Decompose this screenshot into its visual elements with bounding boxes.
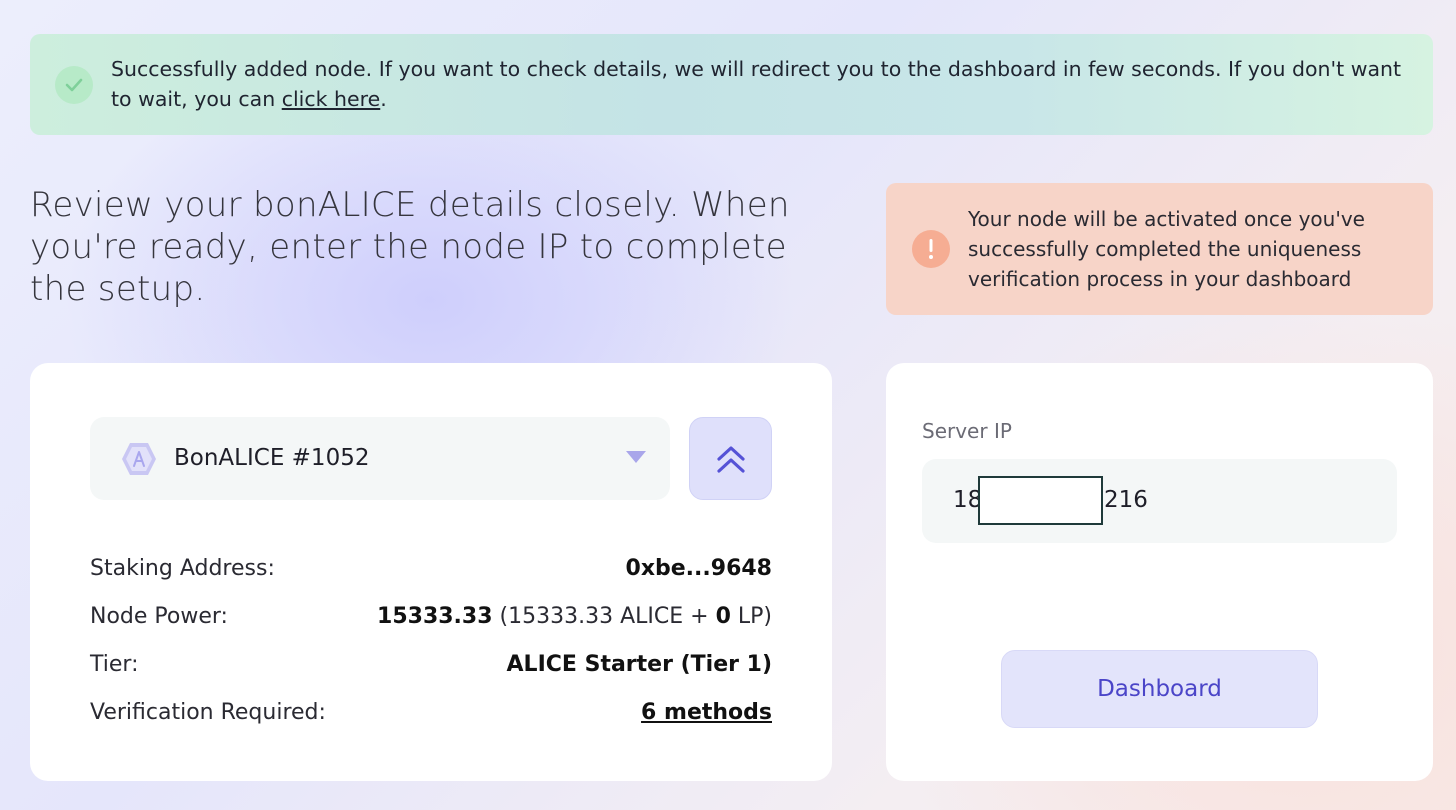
node-power-total: 15333.33 — [377, 604, 493, 629]
redacted-ip-box — [978, 476, 1103, 525]
node-power-label: Node Power: — [90, 604, 228, 629]
caret-down-icon[interactable] — [625, 450, 647, 464]
staking-address-value: 0xbe...9648 — [625, 556, 772, 581]
node-power-lp-unit: LP) — [730, 604, 772, 629]
verification-methods-text[interactable]: 6 methods — [641, 700, 772, 725]
server-ip-label: Server IP — [922, 419, 1012, 443]
node-power-alice-unit: ALICE + — [613, 604, 716, 629]
server-ip-suffix: 216 — [1104, 487, 1148, 513]
node-power-open: ( — [492, 604, 509, 629]
double-chevron-up-icon — [716, 445, 745, 473]
verification-label: Verification Required: — [90, 700, 326, 725]
check-circle-icon — [55, 66, 93, 104]
node-power-value: 15333.33 (15333.33 ALICE + 0 LP) — [377, 602, 772, 632]
node-power-alice: 15333.33 — [508, 604, 614, 629]
warning-text: Your node will be activated once you've … — [968, 207, 1365, 291]
hexagon-alice-icon — [122, 443, 156, 475]
success-message: Successfully added node. If you want to … — [111, 54, 1411, 114]
node-power-lp: 0 — [715, 604, 731, 629]
click-here-link[interactable]: click here — [282, 87, 381, 111]
dashboard-button[interactable]: Dashboard — [1001, 650, 1318, 728]
page-headline: Review your bonALICE details closely. Wh… — [30, 185, 790, 309]
success-message-suffix: . — [380, 87, 387, 111]
exclamation-circle-icon — [912, 230, 950, 268]
tier-label: Tier: — [90, 652, 139, 677]
collapse-button[interactable] — [689, 417, 772, 500]
selected-node-label: BonALICE #1052 — [174, 445, 370, 471]
verification-methods-link[interactable]: 6 methods — [641, 698, 772, 728]
staking-address-label: Staking Address: — [90, 556, 275, 581]
tier-value: ALICE Starter (Tier 1) — [506, 652, 772, 677]
